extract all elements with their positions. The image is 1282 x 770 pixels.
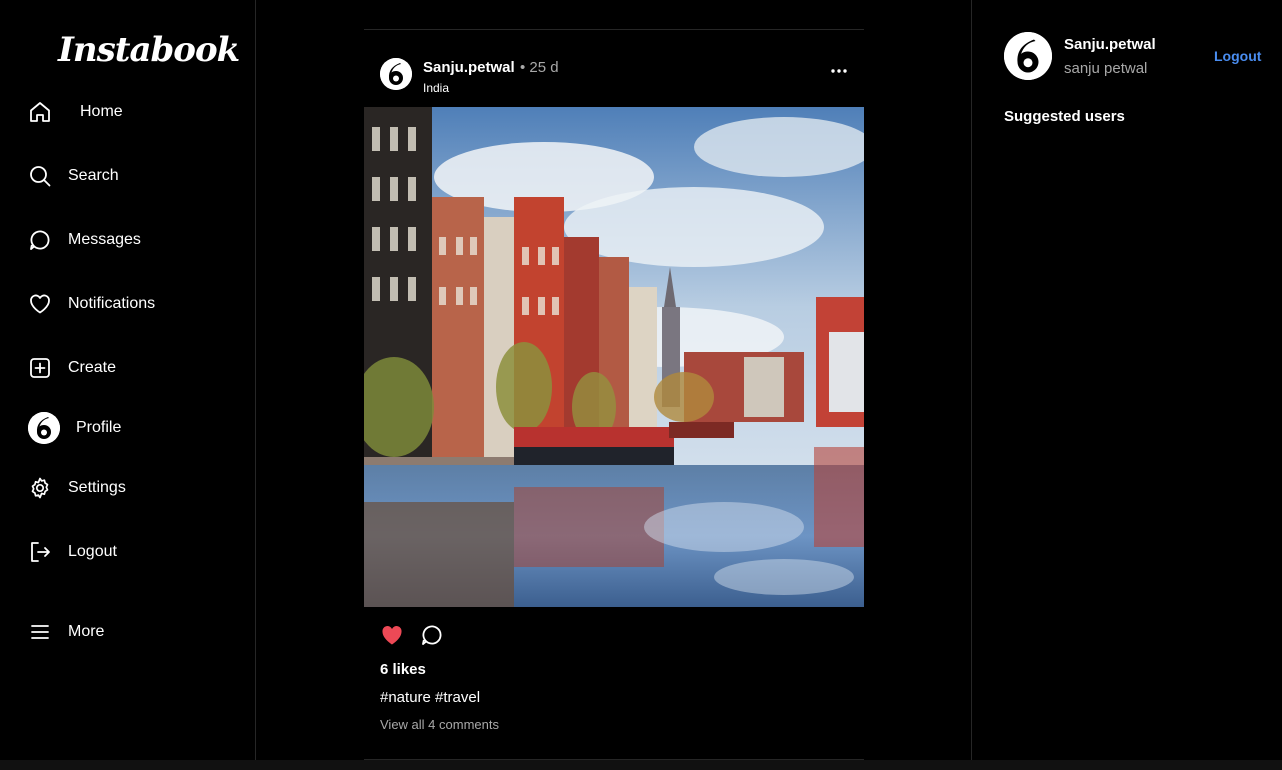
current-user-fullname: sanju petwal bbox=[1064, 60, 1148, 77]
sidebar-item-home[interactable]: Home bbox=[28, 92, 238, 132]
six-logo-icon bbox=[28, 412, 60, 444]
post-options-button[interactable] bbox=[830, 62, 848, 80]
view-comments-link[interactable]: View all 4 comments bbox=[380, 717, 499, 732]
six-logo-icon bbox=[1004, 32, 1052, 80]
post-actions bbox=[364, 607, 864, 657]
right-panel: Sanju.petwal sanju petwal Logout Suggest… bbox=[971, 0, 1282, 760]
search-icon bbox=[28, 164, 52, 188]
post-caption: #nature #travel bbox=[380, 689, 481, 706]
sidebar-item-settings[interactable]: Settings bbox=[28, 468, 238, 508]
sidebar-item-more[interactable]: More bbox=[28, 612, 238, 652]
sidebar-item-create[interactable]: Create bbox=[28, 348, 238, 388]
post-avatar[interactable] bbox=[380, 58, 412, 90]
sidebar-item-label: More bbox=[68, 623, 105, 640]
current-user-username[interactable]: Sanju.petwal bbox=[1064, 36, 1156, 53]
window-bottom-edge bbox=[0, 760, 1282, 770]
sidebar-item-search[interactable]: Search bbox=[28, 156, 238, 196]
six-logo-icon bbox=[380, 58, 412, 90]
app: Instabook Home Search Messages Notificat… bbox=[0, 0, 1282, 770]
canal-city-photo bbox=[364, 107, 864, 607]
avatar bbox=[28, 412, 60, 444]
sidebar-item-messages[interactable]: Messages bbox=[28, 220, 238, 260]
comment-button[interactable] bbox=[420, 623, 444, 647]
comment-icon bbox=[422, 625, 442, 645]
home-icon bbox=[28, 100, 52, 124]
sidebar-item-label: Messages bbox=[68, 231, 141, 248]
sidebar-item-label: Home bbox=[80, 103, 123, 120]
sidebar-item-label: Create bbox=[68, 359, 117, 376]
sidebar-item-label: Settings bbox=[68, 479, 126, 496]
sidebar-item-label: Profile bbox=[76, 419, 122, 436]
sidebar-item-logout[interactable]: Logout bbox=[28, 532, 238, 572]
sidebar-item-label: Search bbox=[68, 167, 119, 184]
sidebar-item-label: Notifications bbox=[68, 295, 156, 312]
gear-icon bbox=[28, 476, 52, 500]
logout-link[interactable]: Logout bbox=[1214, 48, 1261, 64]
post-header: Sanju.petwal • 25 d India bbox=[364, 30, 864, 107]
post-username[interactable]: Sanju.petwal bbox=[423, 59, 515, 76]
suggested-users-heading: Suggested users bbox=[1004, 108, 1125, 125]
app-logo[interactable]: Instabook bbox=[58, 30, 240, 70]
like-count[interactable]: 6 likes bbox=[380, 661, 426, 678]
post-image[interactable] bbox=[364, 107, 864, 607]
sidebar-item-profile[interactable]: Profile bbox=[28, 408, 238, 448]
sidebar-item-notifications[interactable]: Notifications bbox=[28, 284, 238, 324]
heart-filled-icon bbox=[382, 626, 402, 645]
post-card: Sanju.petwal • 25 d India 6 likes #natur… bbox=[364, 29, 864, 732]
more-horizontal-icon bbox=[831, 69, 847, 73]
plus-square-icon bbox=[28, 356, 52, 380]
post-timestamp: • 25 d bbox=[520, 59, 559, 76]
sidebar: Instabook Home Search Messages Notificat… bbox=[0, 0, 256, 760]
menu-icon bbox=[28, 620, 52, 644]
sidebar-item-label: Logout bbox=[68, 543, 117, 560]
heart-icon bbox=[28, 292, 52, 316]
post-location[interactable]: India bbox=[423, 81, 449, 95]
current-user-avatar[interactable] bbox=[1004, 32, 1052, 80]
logout-icon bbox=[28, 540, 52, 564]
like-button[interactable] bbox=[380, 623, 404, 647]
message-icon bbox=[28, 228, 52, 252]
